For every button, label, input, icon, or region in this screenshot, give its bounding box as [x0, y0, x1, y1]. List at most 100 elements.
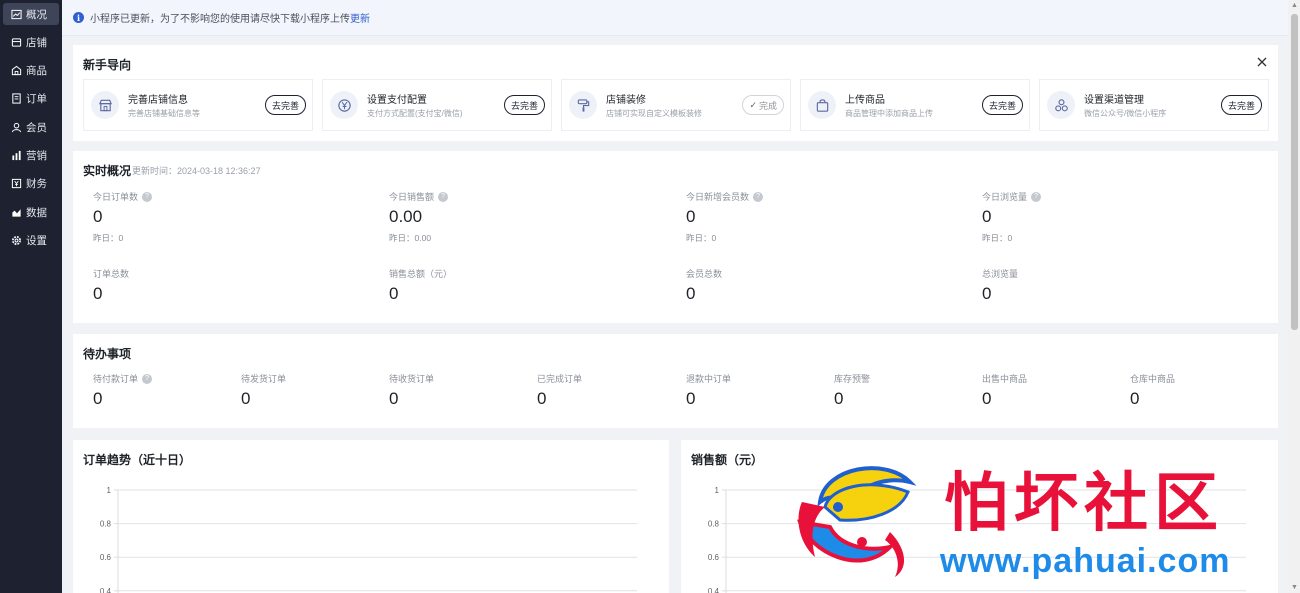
stat-value: 0 [982, 284, 992, 303]
stat-label: 销售总额（元） [389, 269, 453, 279]
realtime-overview-card: 实时概况 更新时间：2024-03-18 12:36:27 今日订单数? 0 昨… [73, 151, 1278, 323]
sidebar-item-goods[interactable]: 商品 [3, 60, 59, 82]
stat-total-sales: 销售总额（元） 0 [389, 267, 679, 304]
help-icon[interactable]: ? [142, 373, 153, 384]
complete-upload-goods-button[interactable]: 去完善 [981, 95, 1023, 115]
sidebar-item-label: 概况 [26, 8, 47, 21]
scroll-thumb[interactable] [1291, 14, 1298, 330]
guide-title: 新手导向 [83, 58, 132, 72]
stat-value: 0 [686, 207, 696, 226]
sidebar-item-order[interactable]: 订单 [3, 88, 59, 110]
todo-label: 库存预警 [834, 374, 871, 384]
y-tick-label: 0.6 [708, 553, 720, 562]
todo-refunding[interactable]: 退款中订单 0 [686, 372, 826, 409]
sidebar-item-store[interactable]: 店铺 [3, 31, 59, 53]
scrollbar[interactable]: ▲ ▼ [1288, 0, 1300, 593]
sidebar-item-label: 财务 [26, 178, 47, 191]
complete-channel-button[interactable]: 去完善 [1220, 95, 1262, 115]
stat-label: 今日新增会员数 [686, 192, 750, 202]
complete-store-info-button[interactable]: 去完善 [264, 95, 306, 115]
todo-title: 待办事项 [83, 347, 132, 361]
stat-total-orders: 订单总数 0 [93, 267, 383, 304]
stat-today-sales: 今日销售额? 0.00 昨日：0.00 [389, 190, 679, 244]
notice-update-link[interactable]: 更新 [350, 10, 370, 25]
stat-label: 今日浏览量 [982, 192, 1028, 202]
realtime-title: 实时概况 [83, 164, 132, 178]
stat-yesterday: 昨日：0 [686, 233, 717, 243]
todo-label: 待发货订单 [241, 374, 287, 384]
order-trend-chart-card: 订单趋势（近十日） 1 0.8 0.6 0.4 [73, 440, 669, 593]
guide-item-decoration: 店铺装修 店铺可实现自定义模板装修 ✓ 完成 [561, 79, 791, 131]
sidebar-item-label: 会员 [26, 121, 47, 134]
sidebar-item-member[interactable]: 会员 [3, 116, 59, 138]
y-tick-label: 0.8 [708, 520, 720, 529]
guide-item-desc: 商品管理中添加商品上传 [845, 109, 933, 118]
help-icon[interactable]: ? [1031, 191, 1042, 202]
order-icon [10, 93, 22, 105]
scroll-down-arrow-icon[interactable]: ▼ [1291, 584, 1298, 591]
y-tick-label: 1 [107, 486, 112, 495]
stat-label: 订单总数 [93, 269, 130, 279]
check-icon: ✓ [749, 99, 757, 110]
marketing-icon [10, 149, 22, 161]
guide-item-name: 完善店铺信息 [128, 95, 188, 106]
guide-item-name: 店铺装修 [606, 95, 646, 106]
sidebar-item-settings[interactable]: 设置 [3, 229, 59, 251]
help-icon[interactable]: ? [753, 191, 764, 202]
todo-pending-receipt[interactable]: 待收货订单 0 [389, 372, 529, 409]
todo-on-sale[interactable]: 出售中商品 0 [982, 372, 1122, 409]
todo-label: 出售中商品 [982, 374, 1028, 384]
todo-pending-shipment[interactable]: 待发货订单 0 [241, 372, 381, 409]
stat-value: 0 [389, 284, 399, 303]
guide-item-desc: 完善店铺基础信息等 [128, 109, 200, 118]
y-tick-label: 0.8 [100, 520, 112, 529]
decoration-done-button[interactable]: ✓ 完成 [742, 95, 784, 115]
stat-label: 今日销售额 [389, 192, 435, 202]
sidebar-item-finance[interactable]: 财务 [3, 173, 59, 195]
chart-icon [10, 8, 22, 20]
guide-item-channel: 设置渠道管理 微信公众号/微信小程序 去完善 [1039, 79, 1269, 131]
stat-label: 总浏览量 [982, 269, 1019, 279]
stat-value: 0 [93, 284, 103, 303]
member-icon [10, 121, 22, 133]
todo-in-warehouse[interactable]: 仓库中商品 0 [1130, 372, 1270, 409]
guide-item-desc: 支付方式配置(支付宝/微信) [367, 109, 463, 118]
sidebar-item-label: 设置 [26, 234, 47, 247]
todo-completed[interactable]: 已完成订单 0 [537, 372, 677, 409]
sidebar-item-data[interactable]: 数据 [3, 201, 59, 223]
info-icon: i [73, 12, 84, 23]
y-tick-label: 0.4 [708, 587, 720, 593]
sidebar-item-label: 商品 [26, 65, 47, 78]
sidebar-item-label: 订单 [26, 93, 47, 106]
todo-stock-warning[interactable]: 库存预警 0 [834, 372, 974, 409]
guide-item-store-info: 完善店铺信息完善店铺基础信息等 去完善 [83, 79, 313, 131]
stat-today-orders: 今日订单数? 0 昨日：0 [93, 190, 383, 244]
update-time: 更新时间：2024-03-18 12:36:27 [132, 166, 261, 176]
notice-text: 小程序已更新，为了不影响您的使用请尽快下载小程序上传 [90, 14, 350, 25]
scroll-up-arrow-icon[interactable]: ▲ [1291, 2, 1298, 9]
stat-label: 会员总数 [686, 269, 723, 279]
beginner-guide-card: 新手导向 完善店铺信息完善店铺基础信息等 去完善 设置支付配置 支付方式配置(支付… [73, 45, 1278, 141]
stat-total-members: 会员总数 0 [686, 267, 976, 304]
help-icon[interactable]: ? [142, 191, 153, 202]
y-tick-label: 1 [715, 486, 720, 495]
sidebar-item-overview[interactable]: 概况 [3, 3, 59, 25]
close-icon[interactable] [1256, 56, 1268, 68]
stat-today-new-members: 今日新增会员数? 0 昨日：0 [686, 190, 976, 244]
sidebar-item-marketing[interactable]: 营销 [3, 144, 59, 166]
todo-value: 0 [834, 389, 844, 408]
stat-today-views: 今日浏览量? 0 昨日：0 [982, 190, 1272, 244]
complete-payment-button[interactable]: 去完善 [503, 95, 545, 115]
todo-pending-payment[interactable]: 待付款订单? 0 [93, 372, 233, 409]
guide-item-name: 设置渠道管理 [1084, 95, 1144, 106]
guide-item-payment: 设置支付配置 支付方式配置(支付宝/微信) 去完善 [322, 79, 552, 131]
help-icon[interactable]: ? [438, 191, 449, 202]
done-label: 完成 [758, 100, 777, 111]
todo-value: 0 [537, 389, 547, 408]
stat-value: 0 [93, 207, 103, 226]
finance-icon [10, 178, 22, 190]
channel-icon [1047, 91, 1075, 119]
order-trend-chart: 1 0.8 0.6 0.4 [100, 486, 637, 593]
stat-yesterday: 昨日：0 [982, 233, 1013, 243]
update-notice: i 小程序已更新，为了不影响您的使用请尽快下载小程序上传 更新 [62, 0, 1288, 36]
